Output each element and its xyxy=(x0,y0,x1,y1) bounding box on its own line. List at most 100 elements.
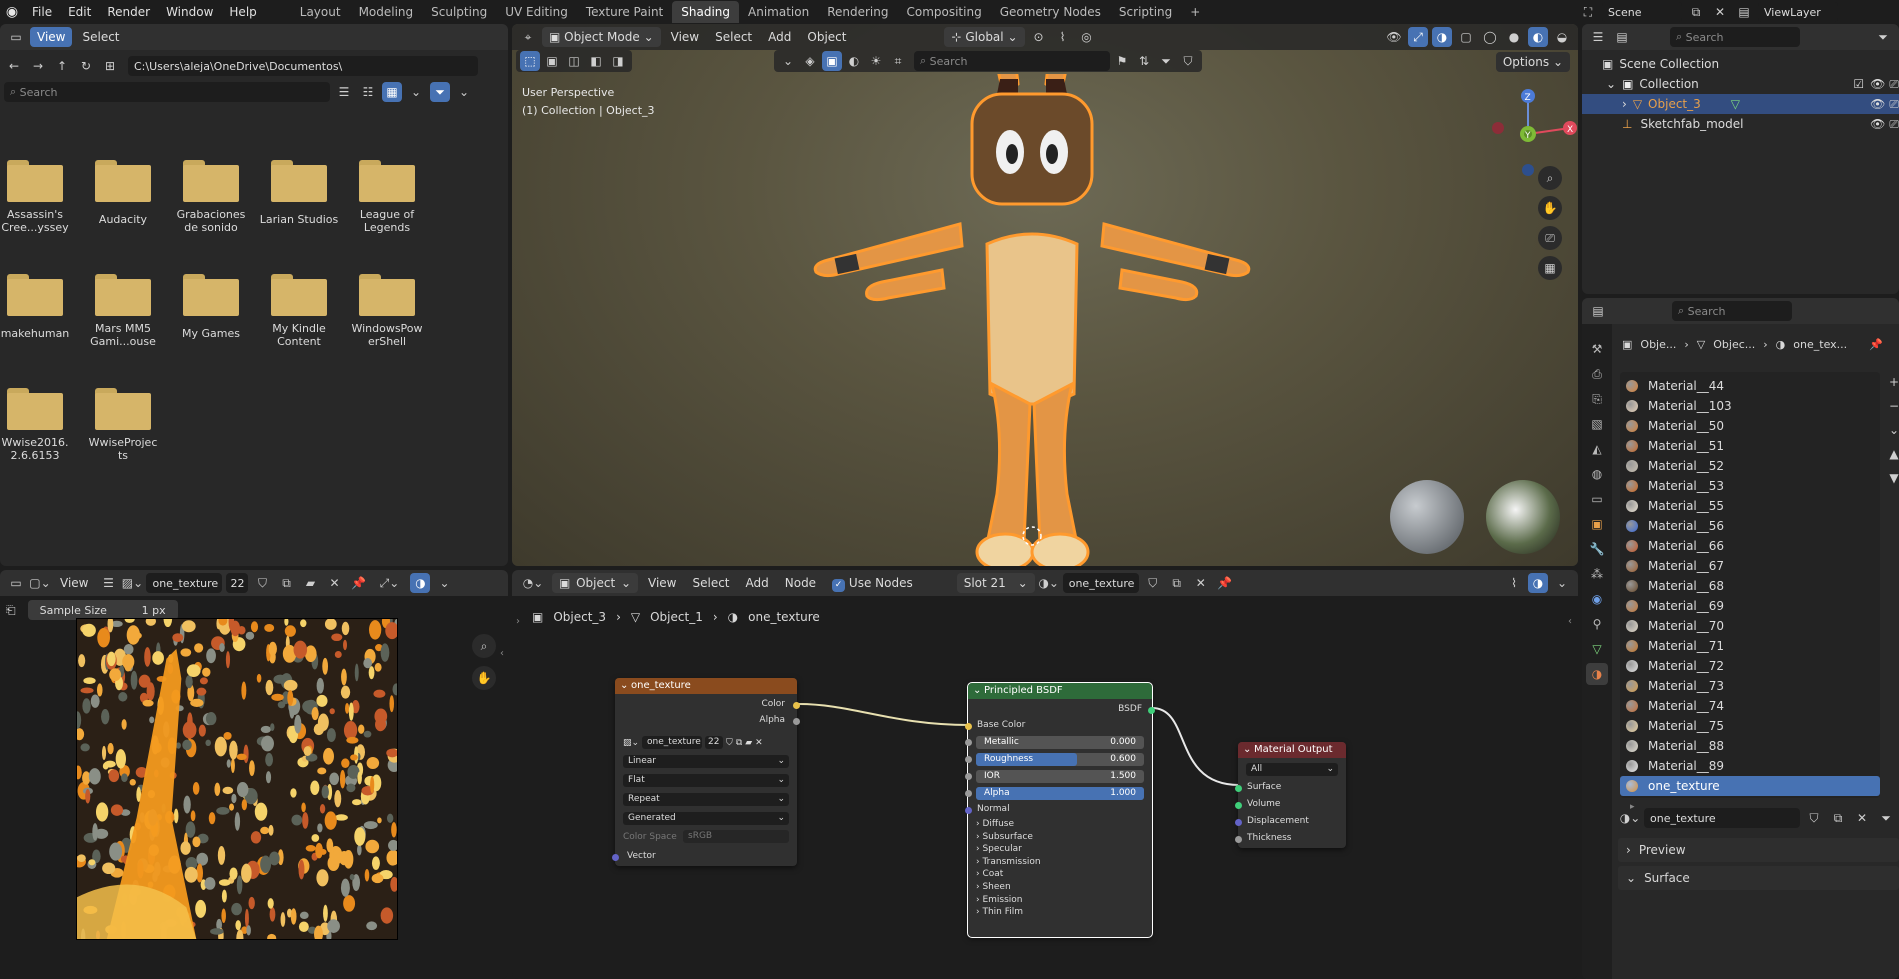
menu-render[interactable]: Render xyxy=(99,0,158,24)
view-menu[interactable]: View xyxy=(54,573,94,593)
scene-tab-icon[interactable]: ◭ xyxy=(1586,438,1608,460)
tab-animation[interactable]: Animation xyxy=(739,1,818,23)
bsdf-subpanel-coat[interactable]: › Coat xyxy=(976,869,1041,882)
view-menu[interactable]: View xyxy=(665,27,705,47)
alpha-output-socket[interactable] xyxy=(793,718,800,725)
wireframe-shading-icon[interactable]: ◯ xyxy=(1480,27,1500,47)
constraints-tab-icon[interactable]: ⚲ xyxy=(1586,613,1608,635)
material-slot-item[interactable]: Material__67 xyxy=(1620,556,1880,576)
unlink-icon[interactable]: ✕ xyxy=(755,738,763,748)
pan-hand-icon[interactable]: ✋ xyxy=(1538,196,1562,220)
collapse-icon[interactable]: ⌄ xyxy=(778,51,798,71)
menu-edit[interactable]: Edit xyxy=(60,0,99,24)
output-tab-icon[interactable]: ⎘ xyxy=(1586,388,1608,410)
node-header[interactable]: ⌄ Principled BSDF xyxy=(968,683,1152,699)
view-layer-field[interactable]: ViewLayer xyxy=(1758,2,1838,22)
camera-icon[interactable]: ⎚ xyxy=(1889,97,1899,112)
eye-icon[interactable]: 👁 xyxy=(1870,117,1885,131)
gizmo-toggle-icon[interactable]: ⤢ xyxy=(1408,27,1428,47)
new-folder-icon[interactable]: ⊞ xyxy=(100,56,120,76)
collection-tab-icon[interactable]: ▭ xyxy=(1586,488,1608,510)
shading-filter-icon[interactable]: ◐ xyxy=(844,51,864,71)
bsdf-subpanel-sheen[interactable]: › Sheen xyxy=(976,882,1041,895)
zoom-icon[interactable]: ⌕ xyxy=(1538,166,1562,190)
tab-scripting[interactable]: Scripting xyxy=(1110,1,1181,23)
material-slot-item[interactable]: Material__70 xyxy=(1620,616,1880,636)
image-name-field[interactable]: one_texture xyxy=(642,736,703,749)
displacement-input-socket[interactable] xyxy=(1235,819,1242,826)
preview-panel-header[interactable]: › Preview xyxy=(1618,838,1899,862)
material-browse-icon[interactable]: ◑⌄ xyxy=(1620,808,1641,828)
outliner-search-input[interactable]: ⌕ Search xyxy=(1670,27,1800,47)
vector-input-socket[interactable] xyxy=(612,854,619,861)
folder-item[interactable]: Audacity xyxy=(83,160,163,226)
material-slot-item[interactable]: Material__66 xyxy=(1620,536,1880,556)
world-tab-icon[interactable]: ◍ xyxy=(1586,463,1608,485)
material-slot-item[interactable]: Material__103 xyxy=(1620,396,1880,416)
folder-item[interactable]: Grabaciones de sonido xyxy=(171,160,251,234)
thumbnails-icon[interactable]: ▦ xyxy=(382,82,402,102)
duplicate-icon[interactable]: ⧉ xyxy=(736,738,742,748)
tab-compositing[interactable]: Compositing xyxy=(897,1,990,23)
pan-hand-icon[interactable]: ✋ xyxy=(472,666,496,690)
select-menu[interactable]: Select xyxy=(709,27,758,47)
image-users-count[interactable]: 22 xyxy=(705,736,724,749)
node-header[interactable]: ⌄ Material Output xyxy=(1238,742,1346,758)
material-slot-item[interactable]: Material__44 xyxy=(1620,376,1880,396)
open-folder-icon[interactable]: ▰ xyxy=(745,738,752,748)
proportional-edit-icon[interactable]: ◎ xyxy=(1077,27,1097,47)
open-image-icon[interactable]: ▰ xyxy=(300,573,320,593)
extension-dropdown[interactable]: Repeat ⌄ xyxy=(623,793,789,806)
gizmo-toggle-icon[interactable]: ⤢⌄ xyxy=(372,573,406,593)
file-search-input[interactable]: ⌕ Search xyxy=(4,82,330,102)
pivot-icon[interactable]: ⊙ xyxy=(1029,27,1049,47)
material-slot-item[interactable]: Material__88 xyxy=(1620,736,1880,756)
editor-type-icon[interactable]: ▭ xyxy=(6,573,26,593)
volume-input-socket[interactable] xyxy=(1235,802,1242,809)
path-field[interactable]: C:\Users\aleja\OneDrive\Documentos\ xyxy=(128,56,478,76)
folder-item[interactable]: My Kindle Content xyxy=(259,274,339,348)
blender-logo-icon[interactable]: ◉ xyxy=(0,0,24,24)
sort-icon[interactable]: ⇅ xyxy=(1134,51,1154,71)
color-output-socket[interactable] xyxy=(793,702,800,709)
sample-size-field[interactable]: Sample Size 1 px xyxy=(27,600,178,620)
navigation-gizmo[interactable]: Z X Y xyxy=(1482,82,1578,202)
tab-texture-paint[interactable]: Texture Paint xyxy=(577,1,672,23)
tool-tab-icon[interactable]: ⚒ xyxy=(1586,338,1608,360)
view-menu[interactable]: View xyxy=(30,27,73,47)
object-menu[interactable]: Object xyxy=(801,27,852,47)
orientation-dropdown[interactable]: ⊹ Global ⌄ xyxy=(944,27,1025,47)
pin-icon[interactable]: 📌 xyxy=(1869,338,1883,351)
image-browse-icon[interactable]: ▨⌄ xyxy=(623,738,639,748)
tab-modeling[interactable]: Modeling xyxy=(350,1,423,23)
new-image-icon[interactable]: ⧉ xyxy=(276,573,296,593)
metallic-slider[interactable]: Metallic 0.000 xyxy=(976,736,1144,749)
shield-icon[interactable]: ⛉ xyxy=(1178,51,1198,71)
parent-dir-icon[interactable]: ↑ xyxy=(52,56,72,76)
folder-item[interactable]: Larian Studios xyxy=(259,160,339,226)
bookmark-icon[interactable]: ⚑ xyxy=(1112,51,1132,71)
add-menu[interactable]: Add xyxy=(762,27,797,47)
viewport-search-input[interactable]: ⌕ Search xyxy=(914,51,1110,71)
image-users-count[interactable]: 22 xyxy=(226,573,249,593)
mesh-filter-icon[interactable]: ▣ xyxy=(822,51,842,71)
folder-item[interactable]: Mars MM5 Gami...ouse xyxy=(83,274,163,348)
node-header[interactable]: ⌄ one_texture xyxy=(615,678,797,694)
view-layer-icon[interactable]: ▤ xyxy=(1734,2,1754,22)
image-browse-icon[interactable]: ▨⌄ xyxy=(122,573,143,593)
eyedropper-icon[interactable]: ⎗ xyxy=(6,603,16,618)
surface-panel-header[interactable]: ⌄ Surface xyxy=(1618,866,1899,890)
ior-slider[interactable]: IOR 1.500 xyxy=(976,770,1144,783)
material-slot-item[interactable]: Material__69 xyxy=(1620,596,1880,616)
source-dropdown[interactable]: Generated ⌄ xyxy=(623,812,789,825)
material-slot-item[interactable]: one_texture xyxy=(1620,776,1880,796)
perspective-grid-icon[interactable]: ▦ xyxy=(1538,256,1562,280)
move-up-icon[interactable]: ▲ xyxy=(1884,444,1899,464)
rendered-shading-icon[interactable]: ◒ xyxy=(1552,27,1572,47)
material-slot-item[interactable]: Material__68 xyxy=(1620,576,1880,596)
object-tab-icon[interactable]: ▣ xyxy=(1586,513,1608,535)
particles-tab-icon[interactable]: ⁂ xyxy=(1586,563,1608,585)
material-slot-item[interactable]: Material__72 xyxy=(1620,656,1880,676)
tab-rendering[interactable]: Rendering xyxy=(818,1,897,23)
menu-file[interactable]: File xyxy=(24,0,60,24)
